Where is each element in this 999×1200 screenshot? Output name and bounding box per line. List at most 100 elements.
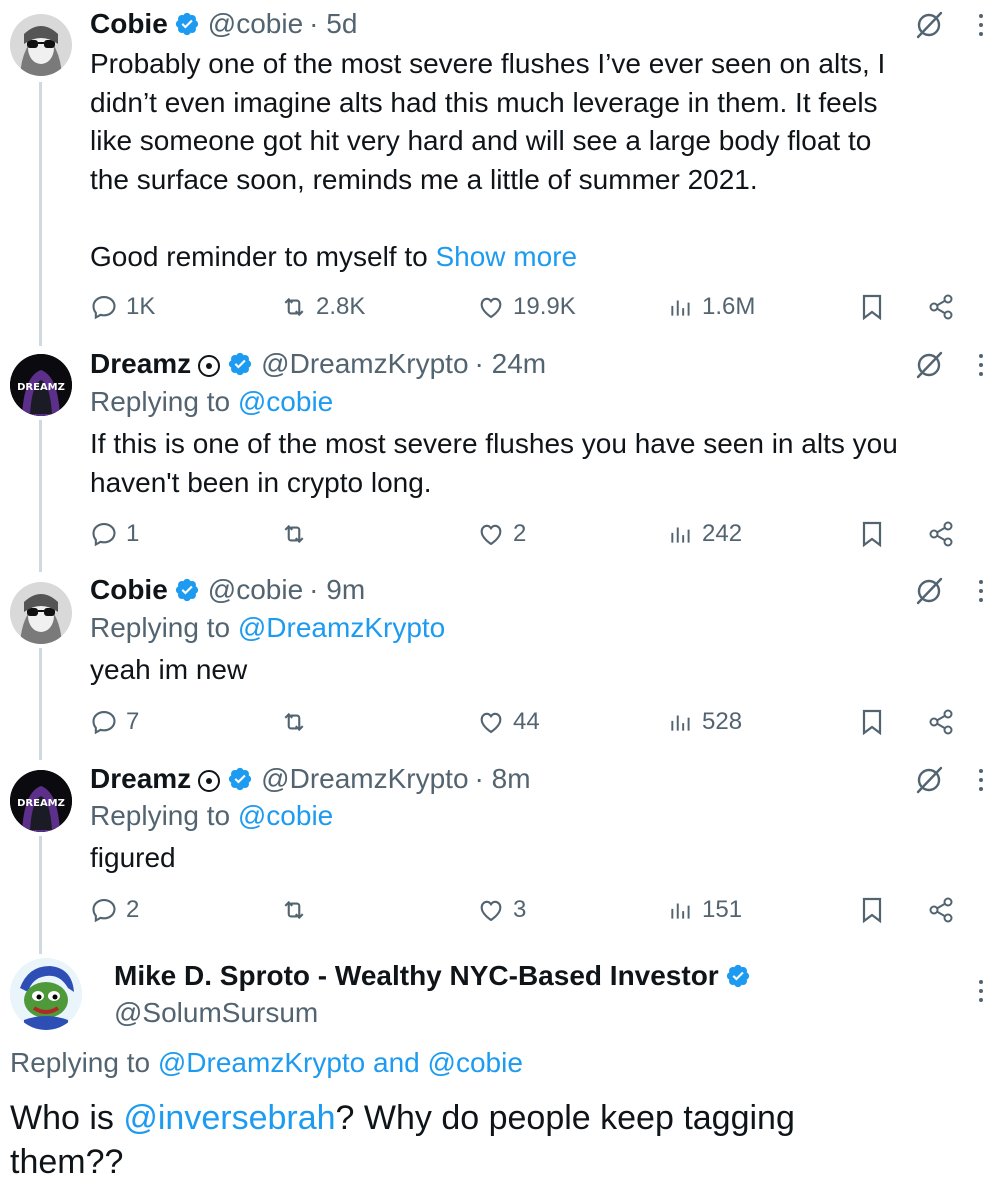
tweet[interactable]: DREAMZ Dreamz @DreamzKrypto · 24m Replyi… (0, 340, 999, 568)
tweet-time[interactable]: · 8m (475, 762, 531, 796)
replying-to-link[interactable]: @cobie (238, 800, 333, 831)
views-button[interactable]: 151 (668, 893, 742, 927)
author-name[interactable]: Cobie (90, 573, 168, 607)
like-button[interactable]: 2 (477, 517, 526, 551)
repost-button[interactable] (280, 705, 316, 739)
reply-count: 2 (126, 896, 140, 923)
views-icon (671, 715, 690, 731)
avatar-solumsursum[interactable] (10, 958, 82, 1030)
automated-badge-icon (197, 352, 221, 377)
repost-icon (284, 524, 304, 544)
bookmark-icon[interactable] (860, 520, 884, 553)
author-name[interactable]: Cobie (90, 7, 168, 41)
tweet-text-line: Probably one of the most severe flushes … (90, 48, 886, 79)
avatar-dreamz[interactable]: DREAMZ (10, 770, 72, 832)
author-name[interactable]: Mike D. Sproto - Wealthy NYC-Based Inves… (114, 959, 719, 993)
bookmark-icon[interactable] (860, 708, 884, 741)
grok-icon[interactable] (914, 576, 944, 606)
replying-to: Replying to @cobie (90, 385, 333, 419)
tweet-actions: 2 3 151 (90, 893, 970, 927)
avatar-cobie[interactable] (10, 582, 72, 644)
repost-icon (284, 297, 304, 317)
author-handle[interactable]: @SolumSursum (114, 996, 318, 1030)
tweet-actions: 7 44 528 (90, 705, 970, 739)
share-icon[interactable] (927, 708, 955, 741)
repost-button[interactable]: 2.8K (280, 290, 365, 324)
main-tweet[interactable]: Mike D. Sproto - Wealthy NYC-Based Inves… (0, 944, 999, 1200)
like-count: 44 (513, 708, 540, 735)
verified-badge-icon (227, 351, 253, 377)
replying-to-link[interactable]: @DreamzKrypto (238, 612, 445, 643)
bookmark-icon[interactable] (860, 293, 884, 326)
like-button[interactable]: 3 (477, 893, 526, 927)
heart-icon (480, 900, 502, 922)
grok-icon[interactable] (914, 765, 944, 795)
author-name[interactable]: Dreamz (90, 762, 191, 796)
repost-icon (284, 712, 304, 732)
reply-button[interactable]: 7 (90, 705, 139, 739)
author-handle[interactable]: @DreamzKrypto (261, 762, 468, 796)
avatar-cobie[interactable] (10, 14, 72, 76)
tweet-actions: 1K 2.8K 19.9K 1.6M (90, 290, 970, 324)
avatar-dreamz[interactable]: DREAMZ (10, 354, 72, 416)
reply-count: 7 (126, 708, 140, 735)
tweet[interactable]: Cobie @cobie · 5d Probably one of the mo… (0, 0, 999, 340)
reply-count: 1 (126, 520, 140, 547)
tweet-text-line: didn’t even imagine alts had this much l… (90, 86, 878, 118)
repost-button[interactable] (280, 893, 316, 927)
more-options-icon[interactable] (975, 765, 987, 795)
views-button[interactable]: 242 (668, 517, 742, 551)
tweet-text-line: them?? (10, 1143, 124, 1181)
verified-badge-icon (227, 766, 253, 792)
like-button[interactable]: 19.9K (477, 290, 576, 324)
tweet-time[interactable]: · 5d (309, 7, 357, 41)
tweet-time[interactable]: · 24m (475, 347, 547, 381)
replying-to-label: Replying to (90, 612, 238, 643)
views-button[interactable]: 528 (668, 705, 742, 739)
grok-icon[interactable] (914, 350, 944, 380)
views-icon (671, 300, 690, 316)
share-icon[interactable] (927, 520, 955, 553)
author-handle[interactable]: @cobie (208, 7, 303, 41)
more-options-icon[interactable] (975, 10, 987, 40)
tweet-time[interactable]: · 9m (309, 573, 365, 607)
replying-to: Replying to @DreamzKrypto and @cobie (10, 1046, 523, 1080)
author-handle[interactable]: @DreamzKrypto (261, 347, 468, 381)
views-count: 528 (702, 708, 743, 735)
tweet-text: Probably one of the most severe flushes … (90, 45, 980, 276)
bookmark-icon[interactable] (860, 896, 884, 929)
more-options-icon[interactable] (975, 976, 987, 1006)
author-name[interactable]: Dreamz (90, 347, 191, 381)
tweet-header: Dreamz @DreamzKrypto · 8m (90, 762, 531, 796)
share-icon[interactable] (927, 896, 955, 929)
more-options-icon[interactable] (975, 350, 987, 380)
views-button[interactable]: 1.6M (668, 290, 755, 324)
verified-badge-icon (174, 577, 200, 603)
avatar-text: DREAMZ (17, 798, 65, 809)
replying-to-link[interactable]: @cobie (238, 386, 333, 417)
author-handle[interactable]: @cobie (208, 573, 303, 607)
tweet-header: Cobie @cobie · 5d (90, 7, 357, 41)
reply-icon (92, 523, 116, 547)
views-icon (671, 903, 690, 919)
reply-button[interactable]: 2 (90, 893, 139, 927)
tweet[interactable]: Cobie @cobie · 9m Replying to @DreamzKry… (0, 568, 999, 756)
replying-to: Replying to @cobie (90, 799, 333, 833)
replying-to-link[interactable]: @cobie (428, 1047, 523, 1078)
reply-icon (92, 296, 116, 320)
reply-button[interactable]: 1 (90, 517, 139, 551)
share-icon[interactable] (927, 293, 955, 326)
replying-to: Replying to @DreamzKrypto (90, 611, 445, 645)
show-more-link[interactable]: Show more (435, 241, 577, 272)
tweet-text-line: Good reminder to myself to (90, 240, 436, 272)
views-icon (671, 527, 690, 543)
tweet-text-line: yeah im new (90, 654, 248, 685)
like-button[interactable]: 44 (477, 705, 540, 739)
mention-link[interactable]: @inversebrah (123, 1099, 335, 1137)
replying-to-link[interactable]: @DreamzKrypto (158, 1047, 365, 1078)
repost-button[interactable] (280, 517, 316, 551)
tweet[interactable]: DREAMZ Dreamz @DreamzKrypto · 8m Replyin… (0, 756, 999, 944)
grok-icon[interactable] (914, 10, 944, 40)
more-options-icon[interactable] (975, 576, 987, 606)
reply-button[interactable]: 1K (90, 290, 155, 324)
